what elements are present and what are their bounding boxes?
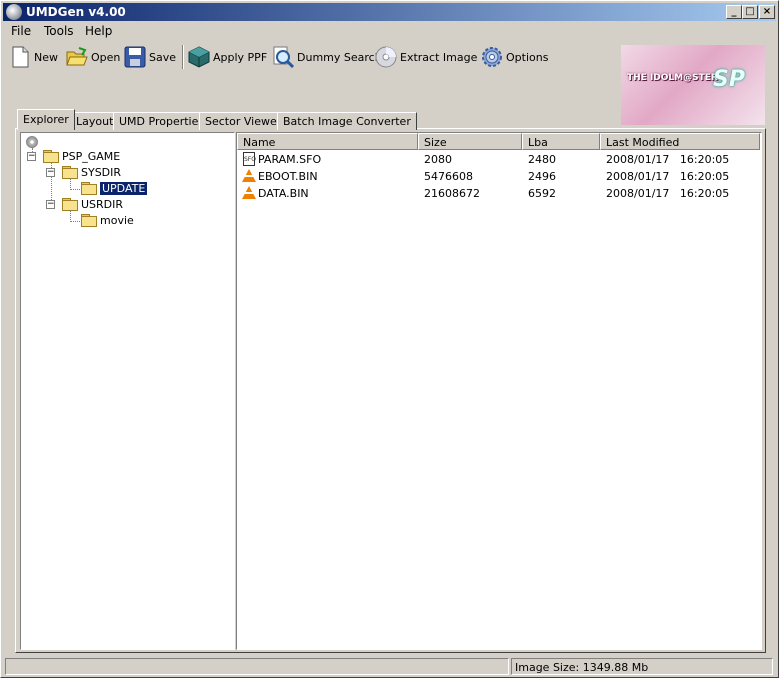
toolbar-separator	[182, 45, 184, 69]
cell-name: PARAM.SFO	[258, 153, 322, 166]
tree-node-movie[interactable]: movie	[81, 212, 134, 228]
folder-icon	[62, 166, 78, 179]
menu-help[interactable]: Help	[85, 24, 112, 38]
column-header-last-modified[interactable]: Last Modified	[600, 133, 760, 150]
save-label: Save	[149, 50, 177, 64]
tab-umd-properties[interactable]: UMD Properties	[113, 112, 211, 130]
tree-node-psp-game[interactable]: PSP_GAME	[43, 148, 120, 164]
apply-ppf-button[interactable]: Apply PPF	[188, 43, 267, 71]
options-label: Options	[506, 50, 549, 64]
new-label: New	[34, 50, 58, 64]
cell-lba: 2496	[528, 170, 556, 183]
open-label: Open	[91, 50, 121, 64]
cd-disc-icon	[375, 46, 397, 68]
package-box-icon	[188, 46, 210, 68]
menu-bar: File Tools Help	[3, 22, 776, 40]
tree-node-update[interactable]: UPDATE	[81, 180, 149, 196]
status-bar: Image Size: 1349.88 Mb	[3, 657, 776, 675]
folder-tree[interactable]: − PSP_GAME − SYSDIR UPDATE − USRDIR movi…	[20, 132, 235, 650]
menu-tools[interactable]: Tools	[44, 24, 74, 38]
cell-name: DATA.BIN	[258, 187, 309, 200]
tree-label-movie: movie	[100, 213, 134, 227]
cell-modified: 2008/01/17 16:20:05	[606, 187, 730, 200]
column-header-lba[interactable]: Lba	[522, 133, 600, 150]
folder-icon	[43, 150, 59, 163]
sfo-file-icon: SFO	[243, 152, 256, 166]
disc-app-icon[interactable]	[6, 4, 22, 20]
cell-size: 2080	[424, 153, 452, 166]
cell-name: EBOOT.BIN	[258, 170, 318, 183]
app-window: UMDGen v4.00 _ □ × File Tools Help New O…	[0, 0, 779, 678]
save-button[interactable]: Save	[124, 43, 176, 71]
dummy-search-label: Dummy Search	[297, 50, 382, 64]
cell-lba: 2480	[528, 153, 556, 166]
menu-file[interactable]: File	[11, 24, 31, 38]
cell-size: 21608672	[424, 187, 480, 200]
gear-icon	[481, 46, 503, 68]
toolbar: New Open Save Apply PPF Dummy Search Ext…	[3, 41, 619, 73]
magnifier-icon	[272, 46, 295, 69]
tab-explorer[interactable]: Explorer	[17, 109, 75, 130]
table-row[interactable]: SFO PARAM.SFO 2080 2480 2008/01/17 16:20…	[237, 151, 761, 168]
folder-icon	[62, 198, 78, 211]
tree-node-usrdir[interactable]: USRDIR	[62, 196, 123, 212]
expand-psp-game[interactable]: −	[27, 152, 36, 161]
floppy-disk-icon	[124, 46, 146, 68]
expand-usrdir[interactable]: −	[46, 200, 55, 209]
maximize-button[interactable]: □	[742, 5, 758, 19]
column-header-size[interactable]: Size	[418, 133, 522, 150]
tab-batch-image-converter[interactable]: Batch Image Converter	[277, 112, 417, 130]
disc-root-icon[interactable]	[26, 136, 38, 148]
title-bar[interactable]: UMDGen v4.00 _ □ ×	[3, 3, 776, 21]
cell-modified: 2008/01/17 16:20:05	[606, 170, 730, 183]
status-panel-left	[5, 658, 509, 675]
list-header: Name Size Lba Last Modified	[237, 133, 761, 150]
apply-ppf-label: Apply PPF	[213, 50, 268, 64]
tab-sector-viewer[interactable]: Sector Viewer	[199, 112, 288, 130]
cell-lba: 6592	[528, 187, 556, 200]
table-row[interactable]: DATA.BIN 21608672 6592 2008/01/17 16:20:…	[237, 185, 761, 202]
close-button[interactable]: ×	[759, 5, 775, 19]
tab-layout[interactable]: Layout	[70, 112, 120, 130]
vlc-cone-icon	[242, 169, 256, 182]
table-row[interactable]: EBOOT.BIN 5476608 2496 2008/01/17 16:20:…	[237, 168, 761, 185]
tree-label-sysdir: SYSDIR	[81, 165, 122, 179]
folder-icon	[81, 214, 97, 227]
expand-sysdir[interactable]: −	[46, 168, 55, 177]
tree-label-usrdir: USRDIR	[81, 197, 124, 211]
folder-icon	[81, 182, 97, 195]
banner-title: THE IDOLM@STER	[627, 73, 718, 83]
vlc-cone-icon	[242, 186, 256, 199]
minimize-button[interactable]: _	[726, 5, 742, 19]
window-title: UMDGen v4.00	[26, 5, 126, 19]
game-banner-image: THE IDOLM@STER SP	[621, 45, 765, 125]
cell-size: 5476608	[424, 170, 473, 183]
column-header-name[interactable]: Name	[237, 133, 418, 150]
extract-image-label: Extract Image	[400, 50, 478, 64]
file-list[interactable]: Name Size Lba Last Modified SFO PARAM.SF…	[236, 132, 762, 650]
open-button[interactable]: Open	[66, 43, 120, 71]
extract-image-button[interactable]: Extract Image	[375, 43, 477, 71]
tree-label-psp-game: PSP_GAME	[62, 149, 121, 163]
new-document-icon	[9, 46, 31, 68]
banner-subtitle: SP	[713, 67, 745, 92]
open-folder-icon	[66, 46, 88, 68]
dummy-search-button[interactable]: Dummy Search	[272, 43, 382, 71]
cell-modified: 2008/01/17 16:20:05	[606, 153, 730, 166]
options-button[interactable]: Options	[481, 43, 548, 71]
new-button[interactable]: New	[9, 43, 58, 71]
tree-label-update: UPDATE	[98, 180, 149, 196]
status-image-size: Image Size: 1349.88 Mb	[511, 658, 773, 675]
